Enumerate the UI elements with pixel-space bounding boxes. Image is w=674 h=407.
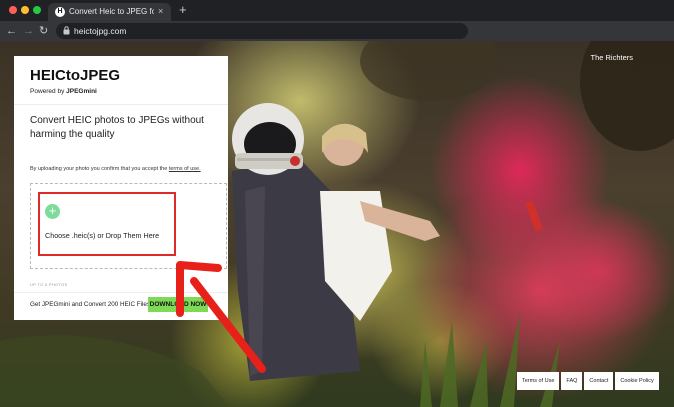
annotation-arrow: [176, 261, 266, 373]
browser-tab-bar: H Convert Heic to JPEG for free × +: [0, 0, 674, 21]
close-window-button[interactable]: [9, 6, 17, 14]
footer-link-contact[interactable]: Contact: [584, 372, 614, 390]
lock-icon: [63, 26, 70, 35]
maximize-window-button[interactable]: [33, 6, 41, 14]
tab-title: Convert Heic to JPEG for free: [69, 7, 154, 16]
url-text: heictojpg.com: [74, 26, 127, 36]
new-tab-button[interactable]: +: [179, 2, 187, 17]
browser-tab[interactable]: H Convert Heic to JPEG for free ×: [48, 3, 171, 21]
minimize-window-button[interactable]: [21, 6, 29, 14]
footer-links: Terms of Use FAQ Contact Cookie Policy: [517, 372, 659, 390]
back-arrow-icon[interactable]: ←: [6, 24, 17, 38]
address-bar[interactable]: heictojpg.com: [56, 23, 468, 39]
close-tab-icon[interactable]: ×: [158, 6, 163, 16]
footer-link-cookie-policy[interactable]: Cookie Policy: [615, 372, 659, 390]
footer-link-faq[interactable]: FAQ: [561, 372, 583, 390]
page-viewport: The Richters HEICtoJPEG Powered by JPEGm…: [0, 41, 674, 407]
footer-link-terms[interactable]: Terms of Use: [517, 372, 560, 390]
browser-toolbar: ← → ↻ heictojpg.com ☆: [0, 21, 674, 55]
forward-arrow-icon[interactable]: →: [23, 24, 34, 38]
favicon-icon: H: [55, 7, 65, 17]
reload-icon[interactable]: ↻: [39, 24, 48, 38]
